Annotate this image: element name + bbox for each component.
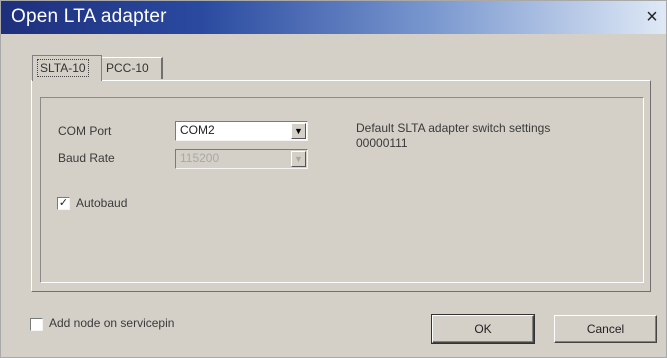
tab-pcc-10[interactable]: PCC-10 [101, 57, 163, 79]
com-port-select[interactable]: COM2 ▼ [175, 121, 308, 141]
chevron-down-icon[interactable]: ▼ [291, 123, 306, 139]
baud-rate-select[interactable]: 115200 ▼ [175, 149, 308, 169]
open-lta-adapter-dialog: Open LTA adapter × SLTA-10 PCC-10 COM Po… [0, 0, 667, 358]
tab-pcc-10-label: PCC-10 [106, 61, 149, 75]
tab-slta-10[interactable]: SLTA-10 [32, 55, 102, 81]
window-title: Open LTA adapter [11, 6, 167, 27]
cancel-button[interactable]: Cancel [554, 315, 657, 343]
com-port-label: COM Port [58, 124, 112, 138]
settings-group [40, 97, 644, 283]
adapter-settings-info: Default SLTA adapter switch settings [356, 121, 551, 135]
adapter-switch-value: 00000111 [356, 136, 408, 150]
add-node-checkbox[interactable] [30, 318, 43, 331]
baud-rate-value: 115200 [180, 151, 220, 165]
title-bar: Open LTA adapter × [1, 1, 666, 34]
autobaud-label: Autobaud [76, 196, 128, 210]
add-node-label: Add node on servicepin [49, 316, 175, 330]
close-icon[interactable]: × [642, 7, 662, 27]
ok-button[interactable]: OK [431, 314, 535, 344]
baud-rate-label: Baud Rate [58, 151, 115, 165]
tab-slta-10-label: SLTA-10 [37, 59, 89, 77]
chevron-down-icon[interactable]: ▼ [291, 151, 306, 167]
autobaud-checkbox[interactable]: ✓ [57, 197, 70, 210]
com-port-value: COM2 [180, 123, 215, 137]
